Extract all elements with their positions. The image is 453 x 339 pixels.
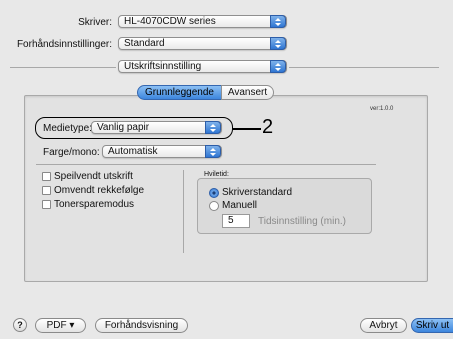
updown-arrows-icon [270, 60, 286, 73]
presets-popup[interactable]: Standard [118, 37, 287, 50]
sleep-time-input[interactable]: 5 [222, 214, 250, 228]
mirror-print-label: Speilvendt utskrift [54, 171, 133, 182]
media-type-label: Medietype: [43, 123, 92, 134]
media-type-value: Vanlig papir [97, 122, 150, 133]
printer-default-label: Skriverstandard [222, 187, 293, 198]
section-popup[interactable]: Utskriftsinnstilling [118, 60, 287, 73]
mirror-print-checkbox[interactable] [42, 172, 51, 181]
presets-value: Standard [124, 38, 165, 49]
cancel-button[interactable]: Avbryt [360, 318, 407, 333]
reverse-order-checkbox[interactable] [42, 186, 51, 195]
tab-basic[interactable]: Grunnleggende [137, 85, 222, 100]
help-icon: ? [17, 320, 23, 330]
sleep-time-label: Tidsinnstilling (min.) [258, 216, 346, 227]
preview-button[interactable]: Forhåndsvisning [95, 318, 188, 333]
updown-arrows-icon [270, 15, 286, 28]
printer-value: HL-4070CDW series [124, 16, 216, 27]
section-value: Utskriftsinnstilling [124, 61, 202, 72]
reverse-order-label: Omvendt rekkefølge [54, 185, 145, 196]
callout-line [233, 128, 261, 130]
printer-popup[interactable]: HL-4070CDW series [118, 15, 287, 28]
separator-left [10, 67, 116, 68]
color-mono-value: Automatisk [108, 146, 158, 157]
version-text: ver:1.0.0 [370, 106, 394, 112]
callout-number: 2 [262, 116, 274, 138]
color-mono-label: Farge/mono: [43, 147, 100, 158]
manual-label: Manuell [222, 200, 258, 211]
updown-arrows-icon [205, 145, 221, 158]
color-mono-popup[interactable]: Automatisk [102, 145, 222, 158]
help-button[interactable]: ? [13, 318, 27, 332]
manual-radio[interactable] [209, 201, 219, 211]
media-type-popup[interactable]: Vanlig papir [91, 121, 222, 134]
toner-save-checkbox[interactable] [42, 200, 51, 209]
tab-advanced[interactable]: Avansert [221, 85, 274, 100]
printer-label: Skriver: [78, 17, 112, 28]
updown-arrows-icon [270, 37, 286, 50]
updown-arrows-icon [205, 121, 221, 134]
separator-right [289, 67, 439, 68]
sleep-title: Hviletid: [204, 171, 229, 178]
printer-default-radio[interactable] [209, 188, 219, 198]
print-button[interactable]: Skriv ut [411, 318, 453, 333]
panel-separator [36, 164, 376, 165]
pdf-button[interactable]: PDF ▾ [35, 318, 86, 333]
toner-save-label: Tonersparemodus [54, 199, 135, 210]
presets-label: Forhåndsinnstillinger: [16, 39, 112, 50]
vertical-divider [183, 170, 184, 253]
